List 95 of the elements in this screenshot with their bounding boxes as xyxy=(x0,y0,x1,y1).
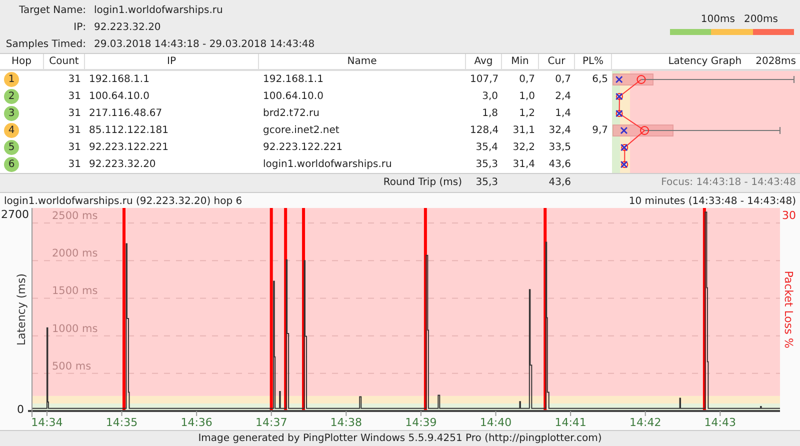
column-header[interactable]: PL% xyxy=(575,54,612,71)
x-axis-label: 14:41 xyxy=(554,416,586,429)
column-header[interactable]: Name xyxy=(259,54,466,71)
round-trip-label: Round Trip (ms) xyxy=(382,176,463,190)
x-axis-label: 14:40 xyxy=(480,416,512,429)
y-axis-label: 0 xyxy=(17,403,24,416)
graph-title: login1.worldofwarships.ru (92.223.32.20) hop 6 xyxy=(4,195,242,208)
graph-scale: 2028ms xyxy=(756,55,796,69)
y-axis-label: 2700 xyxy=(1,208,29,221)
latency-marker xyxy=(620,144,628,152)
field-value: login1.worldofwarships.ru xyxy=(94,4,223,18)
column-header[interactable]: Hop xyxy=(0,54,44,71)
legend-label: 200ms xyxy=(744,14,778,25)
table-cell-text: 128,4 xyxy=(469,124,500,138)
hop-number: 3 xyxy=(4,106,19,121)
field-label: Target Name: xyxy=(18,4,86,18)
table-cell-text: 92.223.122.221 xyxy=(262,141,344,155)
x-axis-label: 14:35 xyxy=(106,416,138,429)
legend-label: 100ms xyxy=(700,14,735,25)
x-axis-label: 14:39 xyxy=(405,416,437,429)
grid-label: 2500 ms xyxy=(52,210,98,222)
column-header[interactable]: Count xyxy=(44,54,85,71)
table-cell-text: 32,4 xyxy=(548,124,572,138)
table-cell-text: 1,0 xyxy=(518,90,536,104)
table-cell-text: 31 xyxy=(67,158,82,172)
table-cell-text: gcore.inet2.net xyxy=(262,124,340,138)
latency-marker xyxy=(615,75,646,84)
table-cell-text: 31 xyxy=(67,107,82,121)
y-axis-title: Latency (ms) xyxy=(15,274,28,346)
table-cell-text: 43,6 xyxy=(548,158,572,172)
grid-label: 2000 ms xyxy=(52,248,98,260)
table-cell-text: 100.64.10.0 xyxy=(262,90,324,104)
field-value: 92.223.32.20 xyxy=(94,21,161,35)
table-cell-text: 92.223.122.221 xyxy=(88,141,170,155)
x-axis-label: 14:42 xyxy=(630,416,662,429)
x-axis-label: 14:36 xyxy=(180,416,212,429)
table-cell-text: 32,2 xyxy=(512,141,536,155)
round-trip-avg: 35,3 xyxy=(474,176,499,190)
table-cell-text: 31 xyxy=(67,90,82,104)
table-cell-text: 1,2 xyxy=(518,107,536,121)
table-cell-text: 92.223.32.20 xyxy=(88,158,157,172)
footer-text: Image generated by PingPlotter Windows 5.5.9.4251 Pro (http://pingplotter.com) xyxy=(0,430,800,446)
hop-number: 6 xyxy=(4,157,19,172)
table-cell-text: 3,0 xyxy=(481,90,499,104)
field-value: 29.03.2018 14:43:18 - 29.03.2018 14:43:48 xyxy=(94,38,315,52)
table-cell-text: 31,1 xyxy=(512,124,536,138)
table-cell-text: 9,7 xyxy=(591,124,609,138)
table-cell-text: 2,4 xyxy=(554,90,572,104)
latency-marker xyxy=(615,92,623,100)
table-cell-text: 192.168.1.1 xyxy=(262,73,324,87)
table-cell-text: 35,4 xyxy=(474,141,499,155)
table-cell-text: login1.worldofwarships.ru xyxy=(262,158,393,172)
table-cell-text: 1,4 xyxy=(554,107,572,121)
hop-number: 2 xyxy=(4,89,19,104)
column-header[interactable]: Cur xyxy=(539,54,575,71)
table-cell-text: 31 xyxy=(67,124,82,138)
table-cell-text: 33,5 xyxy=(548,141,572,155)
table-cell-text: 85.112.122.181 xyxy=(88,124,170,138)
x-axis-label: 14:37 xyxy=(256,416,288,429)
latency-marker xyxy=(620,160,628,168)
table-cell-text: 35,3 xyxy=(474,158,499,172)
table-cell-text: 31,4 xyxy=(512,158,536,172)
x-axis-label: 14:38 xyxy=(330,416,362,429)
table-cell-text: 217.116.48.67 xyxy=(88,107,164,121)
table-cell-text: 31 xyxy=(67,141,82,155)
hop-number: 4 xyxy=(4,123,19,138)
grid-label: 500 ms xyxy=(52,360,92,372)
table-cell-text: 0,7 xyxy=(554,73,572,87)
table-cell-text: 192.168.1.1 xyxy=(88,73,150,87)
table-cell-text: 0,7 xyxy=(518,73,536,87)
focus-range: Focus: 14:43:18 - 14:43:48 xyxy=(660,176,797,190)
table-cell-text: 107,7 xyxy=(469,73,500,87)
column-header[interactable]: IP xyxy=(85,54,259,71)
round-trip-cur: 43,6 xyxy=(548,176,572,190)
x-axis-label: 14:43 xyxy=(704,416,736,429)
grid-label: 1500 ms xyxy=(52,285,98,298)
field-label: IP: xyxy=(72,21,86,35)
column-header[interactable]: Latency Graph xyxy=(668,54,742,69)
table-cell-text: 1,8 xyxy=(481,107,499,121)
table-cell-text: 100.64.10.0 xyxy=(88,90,150,104)
table-cell-text: 31 xyxy=(67,73,82,87)
latency-marker xyxy=(616,110,623,118)
time-range: 10 minutes (14:33:48 - 14:43:48) xyxy=(628,195,796,208)
table-cell-text: 6,5 xyxy=(591,73,609,87)
packet-loss-axis-label: 30 xyxy=(782,209,796,222)
hop-number: 1 xyxy=(4,72,19,87)
latency-marker xyxy=(620,126,650,135)
column-header[interactable]: Avg xyxy=(466,54,502,71)
column-header[interactable]: Min xyxy=(502,54,539,71)
grid-label: 1000 ms xyxy=(52,322,98,335)
field-label: Samples Timed: xyxy=(4,38,86,52)
hop-number: 5 xyxy=(4,140,19,155)
x-axis-label: 14:34 xyxy=(31,416,63,429)
table-cell-text: brd2.t72.ru xyxy=(262,107,320,121)
packet-loss-axis-title: Packet Loss % xyxy=(782,270,795,348)
